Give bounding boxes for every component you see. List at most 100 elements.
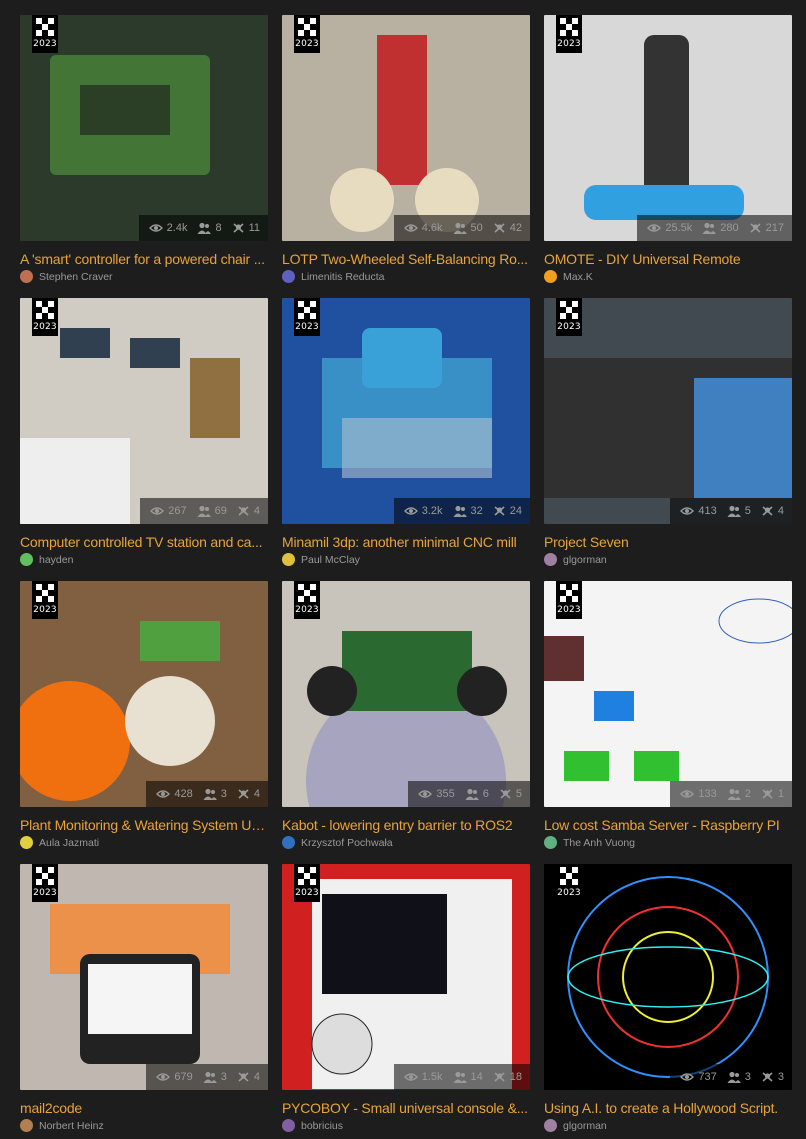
crossbones-icon [232, 222, 245, 234]
followers-count: 42 [509, 222, 522, 234]
users-icon [727, 788, 741, 800]
project-card[interactable]: 2023 413 5 4 Project Seven glgorman [544, 298, 792, 581]
users-icon [702, 222, 717, 234]
author-name[interactable]: glgorman [563, 554, 607, 566]
users-icon [203, 788, 217, 800]
project-card[interactable]: 2023 428 3 4 Plant Monitoring & Watering… [20, 581, 268, 864]
stats-bar: 737 3 3 [670, 1064, 792, 1090]
project-thumbnail[interactable]: 2023 413 5 4 [544, 298, 792, 524]
project-thumbnail[interactable]: 2023 679 3 4 [20, 864, 268, 1090]
project-card[interactable]: 2023 3.2k 32 24 Minamil 3dp: another min… [282, 298, 530, 581]
followers-count: 1 [777, 788, 784, 800]
author-name[interactable]: glgorman [563, 1120, 607, 1132]
views-count: 2.4k [166, 222, 188, 234]
author-name[interactable]: The Anh Vuong [563, 837, 635, 849]
eye-icon [647, 223, 662, 233]
project-thumbnail[interactable]: 2023 428 3 4 [20, 581, 268, 807]
project-author[interactable]: Max.K [544, 270, 792, 283]
project-author[interactable]: glgorman [544, 1119, 792, 1132]
year-label: 2023 [557, 888, 581, 898]
crossbones-icon [493, 505, 506, 517]
followers-count: 4 [253, 788, 260, 800]
project-thumbnail[interactable]: 2023 355 6 5 [282, 581, 530, 807]
author-name[interactable]: Aula Jazmati [39, 837, 99, 849]
project-thumbnail[interactable]: 2023 25.5k 280 217 [544, 15, 792, 241]
author-name[interactable]: Stephen Craver [39, 271, 113, 283]
project-thumbnail[interactable]: 2023 3.2k 32 24 [282, 298, 530, 524]
project-thumbnail[interactable]: 2023 267 69 4 [20, 298, 268, 524]
project-author[interactable]: glgorman [544, 553, 792, 566]
project-card[interactable]: 2023 737 3 3 Using A.I. to create a Holl… [544, 864, 792, 1139]
year-badge: 2023 [294, 864, 320, 902]
project-author[interactable]: Norbert Heinz [20, 1119, 268, 1132]
project-thumbnail[interactable]: 2023 1.5k 14 18 [282, 864, 530, 1090]
likes-count: 8 [215, 222, 222, 234]
author-name[interactable]: Norbert Heinz [39, 1120, 104, 1132]
qr-icon [36, 867, 54, 885]
project-card[interactable]: 2023 267 69 4 Computer controlled TV sta… [20, 298, 268, 581]
author-name[interactable]: bobricius [301, 1120, 343, 1132]
stats-bar: 4.6k 50 42 [393, 215, 530, 241]
project-title[interactable]: Minamil 3dp: another minimal CNC mill [282, 534, 530, 550]
project-thumbnail[interactable]: 2023 737 3 3 [544, 864, 792, 1090]
users-icon [203, 1071, 217, 1083]
eye-icon [418, 789, 433, 799]
project-title[interactable]: PYCOBOY - Small universal console &... [282, 1100, 530, 1116]
crossbones-icon [493, 1071, 506, 1083]
author-name[interactable]: Krzysztof Pochwała [301, 837, 393, 849]
project-title[interactable]: Low cost Samba Server - Raspberry PI [544, 817, 792, 833]
views-count: 133 [698, 788, 717, 800]
project-card[interactable]: 2023 2.4k 8 11 A 'smart' controller for … [20, 15, 268, 298]
crossbones-icon [237, 1071, 250, 1083]
project-thumbnail[interactable]: 2023 2.4k 8 11 [20, 15, 268, 241]
project-title[interactable]: OMOTE - DIY Universal Remote [544, 251, 792, 267]
likes-count: 280 [720, 222, 739, 234]
avatar [20, 836, 33, 849]
author-name[interactable]: Limenitis Reducta [301, 271, 384, 283]
views-count: 679 [174, 1071, 193, 1083]
project-title[interactable]: Plant Monitoring & Watering System Us... [20, 817, 268, 833]
eye-icon [403, 506, 418, 516]
project-card[interactable]: 2023 1.5k 14 18 PYCOBOY - Small universa… [282, 864, 530, 1139]
project-author[interactable]: Aula Jazmati [20, 836, 268, 849]
project-author[interactable]: Paul McClay [282, 553, 530, 566]
project-card[interactable]: 2023 4.6k 50 42 LOTP Two-Wheeled Self-Ba… [282, 15, 530, 298]
project-title[interactable]: Computer controlled TV station and ca... [20, 534, 268, 550]
project-author[interactable]: bobricius [282, 1119, 530, 1132]
project-title[interactable]: Project Seven [544, 534, 792, 550]
project-card[interactable]: 2023 679 3 4 mail2code Norbert Heinz [20, 864, 268, 1139]
author-name[interactable]: Paul McClay [301, 554, 360, 566]
project-author[interactable]: hayden [20, 553, 268, 566]
project-author[interactable]: Limenitis Reducta [282, 270, 530, 283]
year-badge: 2023 [556, 298, 582, 336]
project-thumbnail[interactable]: 2023 4.6k 50 42 [282, 15, 530, 241]
project-title[interactable]: Using A.I. to create a Hollywood Script. [544, 1100, 792, 1116]
followers-count: 18 [509, 1071, 522, 1083]
likes-count: 69 [214, 505, 227, 517]
year-label: 2023 [295, 322, 319, 332]
project-author[interactable]: Stephen Craver [20, 270, 268, 283]
project-thumbnail[interactable]: 2023 133 2 1 [544, 581, 792, 807]
year-label: 2023 [557, 39, 581, 49]
author-name[interactable]: hayden [39, 554, 73, 566]
project-title[interactable]: Kabot - lowering entry barrier to ROS2 [282, 817, 530, 833]
project-title[interactable]: A 'smart' controller for a powered chair… [20, 251, 268, 267]
year-label: 2023 [295, 39, 319, 49]
year-label: 2023 [557, 322, 581, 332]
stats-bar: 3.2k 32 24 [393, 498, 530, 524]
project-card[interactable]: 2023 355 6 5 Kabot - lowering entry barr… [282, 581, 530, 864]
stats-bar: 679 3 4 [146, 1064, 268, 1090]
likes-count: 6 [482, 788, 489, 800]
likes-count: 32 [470, 505, 483, 517]
author-name[interactable]: Max.K [563, 271, 593, 283]
stats-bar: 428 3 4 [146, 781, 268, 807]
crossbones-icon [761, 1071, 774, 1083]
project-card[interactable]: 2023 133 2 1 Low cost Samba Server - Ras… [544, 581, 792, 864]
project-author[interactable]: The Anh Vuong [544, 836, 792, 849]
project-title[interactable]: LOTP Two-Wheeled Self-Balancing Ro... [282, 251, 530, 267]
eye-icon [403, 223, 418, 233]
crossbones-icon [749, 222, 762, 234]
project-title[interactable]: mail2code [20, 1100, 268, 1116]
project-card[interactable]: 2023 25.5k 280 217 OMOTE - DIY Universal… [544, 15, 792, 298]
project-author[interactable]: Krzysztof Pochwała [282, 836, 530, 849]
